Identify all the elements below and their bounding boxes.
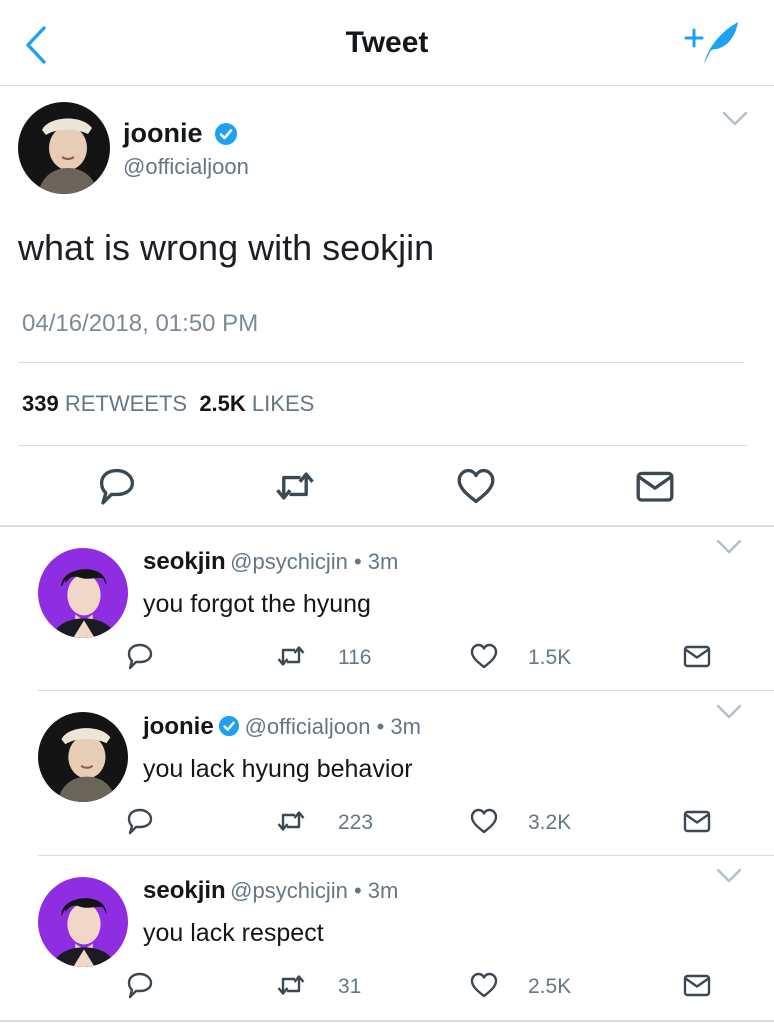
reply-author-name[interactable]: joonie <box>143 713 214 740</box>
author-handle[interactable]: @officialjoon <box>123 154 249 180</box>
direct-message-icon[interactable] <box>634 465 676 507</box>
reply-options-chevron-icon[interactable] <box>716 538 742 556</box>
reply-options-chevron-icon[interactable] <box>716 867 742 885</box>
reply-avatar[interactable] <box>38 877 128 967</box>
tweet-text: what is wrong with seokjin <box>18 227 435 268</box>
like-heart-icon[interactable] <box>469 970 499 1000</box>
tweet-options-chevron-icon[interactable] <box>722 110 748 128</box>
direct-message-icon[interactable] <box>682 970 712 1000</box>
reply-handle-time[interactable]: @officialjoon • 3m <box>245 714 421 739</box>
divider <box>0 525 774 527</box>
likes-label: LIKES <box>251 391 315 416</box>
compose-feather-icon <box>684 22 738 64</box>
reply-icon[interactable] <box>125 641 155 671</box>
reply-handle-time[interactable]: @psychicjin • 3m <box>230 549 398 574</box>
reply-icon[interactable] <box>125 806 155 836</box>
reply-text: you lack hyung behavior <box>143 755 413 783</box>
retweet-icon[interactable] <box>276 641 306 671</box>
page-title: Tweet <box>345 26 429 59</box>
reply-header: seokjin @psychicjin • 3m <box>143 548 398 576</box>
compose-tweet-button[interactable] <box>680 18 742 68</box>
reply-header: joonie @officialjoon • 3m <box>143 713 421 741</box>
engagement-stats: 339 RETWEETS 2.5K LIKES <box>22 391 314 417</box>
reply-header: seokjin @psychicjin • 3m <box>143 877 398 905</box>
divider <box>0 1020 774 1022</box>
divider <box>38 855 774 856</box>
retweet-icon[interactable] <box>276 806 306 836</box>
reply-author-name[interactable]: seokjin <box>143 877 226 904</box>
divider <box>38 690 774 691</box>
like-heart-icon[interactable] <box>455 465 497 507</box>
direct-message-icon[interactable] <box>682 641 712 671</box>
reply-text: you lack respect <box>143 919 324 947</box>
reply-author-name[interactable]: seokjin <box>143 548 226 575</box>
like-heart-icon[interactable] <box>469 806 499 836</box>
retweet-count: 223 <box>338 811 374 834</box>
likes-stat[interactable]: 2.5K LIKES <box>199 391 314 416</box>
like-count: 3.2K <box>528 811 572 834</box>
reply-avatar[interactable] <box>38 548 128 638</box>
reply-icon[interactable] <box>125 970 155 1000</box>
like-heart-icon[interactable] <box>469 641 499 671</box>
retweet-count: 31 <box>338 975 362 998</box>
direct-message-icon[interactable] <box>682 806 712 836</box>
retweet-icon[interactable] <box>276 970 306 1000</box>
reply-icon[interactable] <box>96 465 138 507</box>
retweet-icon[interactable] <box>274 465 316 507</box>
retweets-label: RETWEETS <box>64 391 188 416</box>
reply-options-chevron-icon[interactable] <box>716 703 742 721</box>
verified-badge-icon <box>218 715 241 737</box>
retweets-count: 339 <box>22 391 59 416</box>
reply-avatar[interactable] <box>38 712 128 802</box>
reply-handle-time[interactable]: @psychicjin • 3m <box>230 878 398 903</box>
tweet-timestamp: 04/16/2018, 01:50 PM <box>22 310 259 337</box>
avatar-image <box>38 877 128 967</box>
avatar-image <box>38 548 128 638</box>
like-count: 1.5K <box>528 646 572 669</box>
avatar-image <box>38 712 128 802</box>
divider <box>18 362 744 363</box>
likes-count: 2.5K <box>199 391 246 416</box>
retweet-count: 116 <box>338 646 372 669</box>
like-count: 2.5K <box>528 975 572 998</box>
author-avatar[interactable] <box>18 102 110 194</box>
avatar-image <box>18 102 110 194</box>
author-name[interactable]: joonie <box>123 118 203 149</box>
reply-text: you forgot the hyung <box>143 590 371 618</box>
retweets-stat[interactable]: 339 RETWEETS <box>22 391 187 416</box>
divider <box>18 445 748 446</box>
verified-badge-icon <box>214 122 238 146</box>
